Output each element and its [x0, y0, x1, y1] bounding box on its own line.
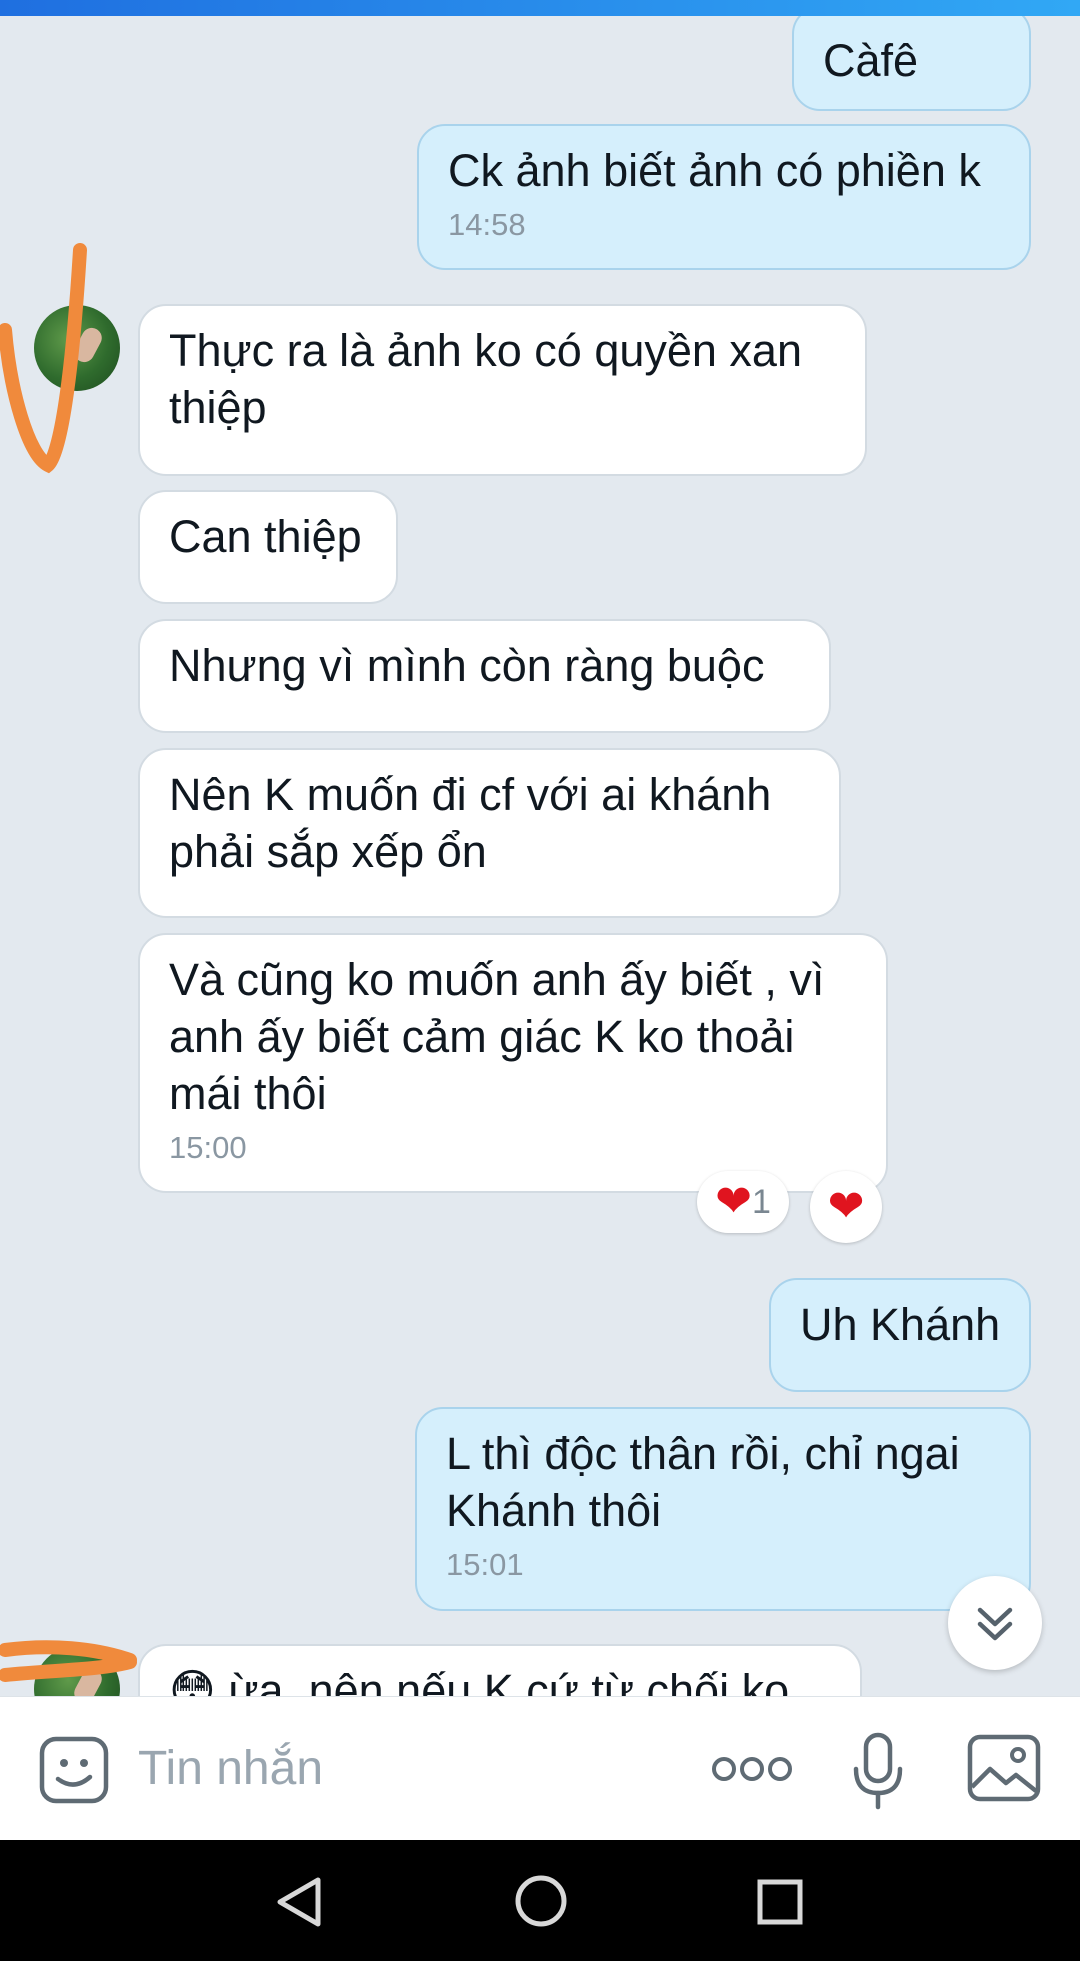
message-text: L thì độc thân rồi, chỉ ngai Khánh thôi	[446, 1428, 960, 1536]
contact-avatar[interactable]	[34, 305, 120, 391]
message-text: Càfê	[823, 35, 919, 86]
message-timestamp: 15:01	[446, 1547, 524, 1582]
contact-avatar[interactable]	[34, 1646, 120, 1696]
message-bubble-outgoing[interactable]: Uh Khánh	[769, 1278, 1031, 1392]
message-bubble-outgoing[interactable]: Ck ảnh biết ảnh có phiền k 14:58	[417, 124, 1031, 270]
message-text: Uh Khánh	[800, 1299, 1001, 1350]
reaction-count: 1	[751, 1182, 771, 1221]
message-text: Ck ảnh biết ảnh có phiền k	[448, 145, 981, 196]
react-heart-button[interactable]: ❤	[810, 1171, 882, 1243]
message-bubble-incoming[interactable]: Thực ra là ảnh ko có quyền xan thiệp	[138, 304, 867, 476]
message-text: Thực ra là ảnh ko có quyền xan thiệp	[169, 325, 802, 433]
sticker-face-icon[interactable]	[38, 1735, 112, 1805]
message-text: Nên K muốn đi cf với ai khánh phải sắp x…	[169, 769, 772, 877]
android-navigation-bar	[0, 1840, 1080, 1961]
message-input[interactable]: Tin nhắn	[138, 1741, 658, 1797]
nav-home-icon[interactable]	[514, 1874, 568, 1928]
chevron-double-down-icon	[977, 1607, 1013, 1641]
nav-back-icon[interactable]	[274, 1876, 324, 1928]
chat-message-list[interactable]: Càfê Ck ảnh biết ảnh có phiền k 14:58 Th…	[0, 16, 1080, 1696]
message-text: ừa, nên nếu K cứ từ chối ko	[228, 1665, 790, 1696]
message-text: Và cũng ko muốn anh ấy biết , vì anh ấy …	[169, 954, 825, 1119]
nav-recent-icon[interactable]	[756, 1878, 804, 1926]
message-bubble-incoming[interactable]: 😳 ừa, nên nếu K cứ từ chối ko	[138, 1644, 862, 1696]
message-text: Can thiệp	[169, 511, 362, 562]
emoji-icon: 😳	[169, 1665, 229, 1696]
image-icon[interactable]	[966, 1733, 1042, 1803]
message-timestamp: 15:00	[169, 1130, 247, 1165]
heart-icon: ❤	[715, 1177, 752, 1226]
message-input-bar: Tin nhắn	[0, 1696, 1080, 1841]
message-bubble-outgoing[interactable]: L thì độc thân rồi, chỉ ngai Khánh thôi …	[415, 1407, 1031, 1611]
scroll-to-bottom-button[interactable]	[948, 1576, 1042, 1670]
message-bubble-incoming[interactable]: Và cũng ko muốn anh ấy biết , vì anh ấy …	[138, 933, 888, 1193]
status-bar-accent	[0, 0, 1080, 16]
message-bubble-incoming[interactable]: Can thiệp	[138, 490, 398, 604]
reaction-summary[interactable]: ❤ 1	[697, 1171, 789, 1233]
message-bubble-incoming[interactable]: Nên K muốn đi cf với ai khánh phải sắp x…	[138, 748, 841, 918]
message-bubble-incoming[interactable]: Nhưng vì mình còn ràng buộc	[138, 619, 831, 733]
message-bubble-outgoing[interactable]: Càfê	[792, 16, 1031, 111]
more-dots-icon[interactable]	[710, 1753, 794, 1785]
heart-icon: ❤	[827, 1182, 865, 1231]
message-timestamp: 14:58	[448, 207, 526, 242]
message-text: Nhưng vì mình còn ràng buộc	[169, 640, 765, 691]
microphone-icon[interactable]	[850, 1731, 906, 1811]
